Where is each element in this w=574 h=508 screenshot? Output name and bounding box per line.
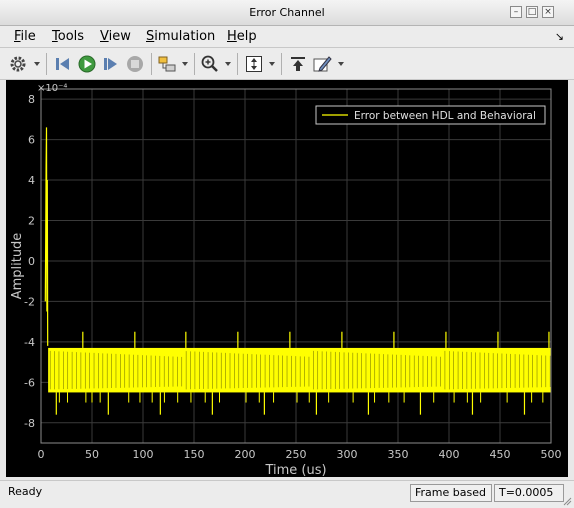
y-tick-label: 0 bbox=[28, 255, 35, 268]
y-tick-label: -6 bbox=[24, 376, 35, 389]
menu-simulation[interactable]: Simulation bbox=[146, 29, 215, 44]
undock-icon[interactable]: ↘ bbox=[555, 30, 564, 43]
step-forward-icon[interactable] bbox=[101, 54, 121, 74]
x-tick-label: 200 bbox=[235, 448, 256, 461]
x-tick-label: 150 bbox=[184, 448, 205, 461]
y-exponent-label: ×10⁻⁴ bbox=[37, 83, 67, 94]
x-tick-label: 250 bbox=[286, 448, 307, 461]
settings-icon[interactable] bbox=[8, 54, 28, 74]
restore-view-icon[interactable] bbox=[288, 54, 308, 74]
status-text: Ready bbox=[8, 485, 43, 498]
legend-entry: Error between HDL and Behavioral bbox=[354, 110, 536, 122]
x-tick-label: 300 bbox=[337, 448, 358, 461]
highlight-block-icon[interactable] bbox=[157, 54, 177, 74]
y-tick-label: 8 bbox=[28, 93, 35, 106]
y-tick-label: 4 bbox=[28, 174, 35, 187]
x-axis-label: Time (us) bbox=[264, 463, 326, 477]
close-button[interactable]: × bbox=[542, 6, 554, 18]
resize-grip-icon[interactable] bbox=[562, 496, 572, 506]
menu-tools[interactable]: Tools bbox=[52, 29, 84, 44]
run-icon[interactable] bbox=[77, 54, 97, 74]
toolbar bbox=[0, 48, 574, 80]
x-tick-labels: 0 50 100 150 200 250 300 350 400 450 500 bbox=[38, 448, 562, 461]
title-bar: Error Channel – □ × bbox=[0, 0, 574, 26]
toolbar-separator bbox=[151, 53, 152, 75]
step-back-icon[interactable] bbox=[53, 54, 73, 74]
x-tick-label: 500 bbox=[541, 448, 562, 461]
x-tick-label: 450 bbox=[490, 448, 511, 461]
x-tick-label: 50 bbox=[85, 448, 99, 461]
legend[interactable]: Error between HDL and Behavioral bbox=[315, 105, 546, 125]
scope-plot[interactable]: 0 50 100 150 200 250 300 350 400 450 500 -8 -6 -4 -2 0… bbox=[6, 80, 568, 477]
settings-dropdown-icon[interactable] bbox=[34, 62, 40, 66]
zoom-in-icon[interactable] bbox=[200, 54, 220, 74]
y-tick-label: -8 bbox=[24, 417, 35, 430]
stop-icon[interactable] bbox=[125, 54, 145, 74]
sim-time-indicator: T=0.0005 bbox=[494, 484, 564, 502]
x-tick-label: 350 bbox=[388, 448, 409, 461]
style-dropdown-icon[interactable] bbox=[338, 62, 344, 66]
menu-view[interactable]: View bbox=[100, 29, 131, 44]
toolbar-separator bbox=[46, 53, 47, 75]
status-bar: Ready Frame based T=0.0005 bbox=[0, 480, 574, 508]
toolbar-separator bbox=[281, 53, 282, 75]
menu-help[interactable]: Help bbox=[227, 29, 257, 44]
toolbar-separator bbox=[194, 53, 195, 75]
autoscale-icon[interactable] bbox=[244, 54, 264, 74]
zoom-dropdown-icon[interactable] bbox=[225, 62, 231, 66]
y-tick-labels: -8 -6 -4 -2 0 2 4 6 8 bbox=[24, 93, 35, 430]
minimize-button[interactable]: – bbox=[510, 6, 522, 18]
scope-figure[interactable]: 0 50 100 150 200 250 300 350 400 450 500 -8 -6 -4 -2 0… bbox=[6, 80, 568, 477]
y-axis-label: Amplitude bbox=[10, 233, 25, 300]
window-title: Error Channel bbox=[249, 6, 325, 19]
x-tick-label: 0 bbox=[38, 448, 45, 461]
x-tick-label: 100 bbox=[133, 448, 154, 461]
y-tick-label: -4 bbox=[24, 336, 35, 349]
style-icon[interactable] bbox=[312, 54, 332, 74]
y-tick-label: -2 bbox=[24, 295, 35, 308]
highlight-dropdown-icon[interactable] bbox=[182, 62, 188, 66]
y-tick-label: 6 bbox=[28, 134, 35, 147]
x-tick-label: 400 bbox=[439, 448, 460, 461]
sample-mode-indicator: Frame based bbox=[410, 484, 492, 502]
autoscale-dropdown-icon[interactable] bbox=[269, 62, 275, 66]
maximize-button[interactable]: □ bbox=[526, 6, 538, 18]
menu-file[interactable]: File bbox=[14, 29, 36, 44]
toolbar-separator bbox=[237, 53, 238, 75]
menu-bar: File Tools View Simulation Help ↘ bbox=[0, 26, 574, 48]
y-tick-label: 2 bbox=[28, 214, 35, 227]
